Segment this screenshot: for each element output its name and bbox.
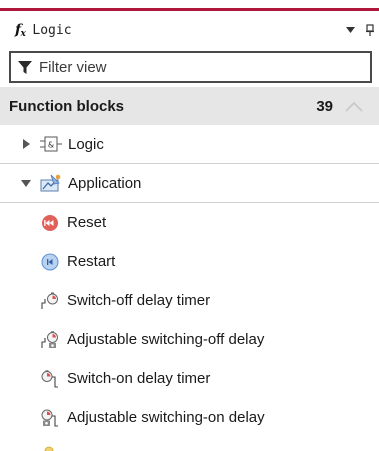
tree-item-label: Restart — [67, 253, 116, 270]
partial-next-item-icon — [44, 446, 54, 451]
expand-arrow-icon[interactable] — [21, 139, 31, 149]
logic-gate-icon: & — [40, 135, 62, 153]
filter-funnel-icon — [18, 61, 32, 74]
tree-item-restart[interactable]: Restart — [0, 242, 379, 281]
panel-dropdown-button[interactable] — [343, 20, 357, 40]
application-icon — [40, 174, 62, 192]
tree-item-adjustable-switching-off-delay[interactable]: Adjustable switching-off delay — [0, 320, 379, 359]
tree-item-label: Reset — [67, 214, 107, 231]
tree-category-logic[interactable]: & Logic — [0, 125, 379, 164]
tree-item-label: Adjustable switching-on delay — [67, 409, 265, 426]
adjustable-on-delay-icon — [41, 409, 59, 427]
panel-pin-button[interactable] — [363, 20, 377, 40]
pin-icon — [366, 24, 374, 36]
reset-icon — [41, 214, 59, 232]
switch-on-delay-timer-icon — [41, 369, 59, 388]
filter-field[interactable] — [9, 51, 372, 83]
filter-input[interactable] — [37, 53, 370, 81]
switch-off-delay-timer-icon — [41, 292, 59, 310]
accent-bar — [0, 8, 379, 11]
panel-title: Logic — [32, 22, 72, 38]
collapse-arrow-icon[interactable] — [21, 179, 31, 187]
group-title: Function blocks — [9, 97, 125, 115]
tree-item-switch-off-delay-timer[interactable]: Switch-off delay timer — [0, 281, 379, 320]
tree-item-reset[interactable]: Reset — [0, 203, 379, 242]
chevron-down-icon — [345, 27, 355, 33]
chevron-up-icon[interactable] — [345, 100, 363, 112]
panel-title-group: fx Logic — [0, 22, 343, 39]
tree-category-application[interactable]: Application — [0, 164, 379, 203]
svg-text:&: & — [48, 141, 54, 150]
tree-item-label: Switch-off delay timer — [67, 292, 211, 309]
group-count: 39 — [316, 97, 333, 115]
tree-item-label: Switch-on delay timer — [67, 370, 211, 387]
fx-icon: fx — [15, 21, 26, 39]
tree-item-adjustable-switching-on-delay[interactable]: Adjustable switching-on delay — [0, 398, 379, 437]
restart-icon — [41, 253, 59, 271]
panel-header: fx Logic — [0, 12, 379, 48]
tree-category-label: Application — [68, 174, 142, 192]
tree-item-switch-on-delay-timer[interactable]: Switch-on delay timer — [0, 359, 379, 398]
function-tree: & Logic Application Reset Restart Switch… — [0, 125, 379, 437]
function-blocks-group-header[interactable]: Function blocks 39 — [0, 87, 379, 125]
adjustable-off-delay-icon — [41, 330, 59, 349]
tree-item-label: Adjustable switching-off delay — [67, 331, 265, 348]
tree-category-label: Logic — [68, 135, 104, 153]
